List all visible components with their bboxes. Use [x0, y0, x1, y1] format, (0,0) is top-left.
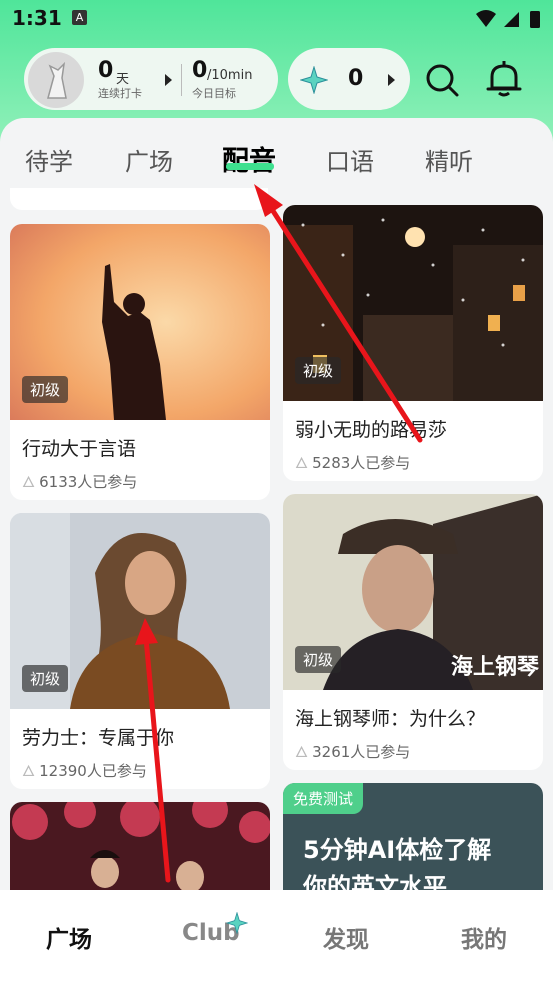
- annotation-arrows: [135, 184, 423, 883]
